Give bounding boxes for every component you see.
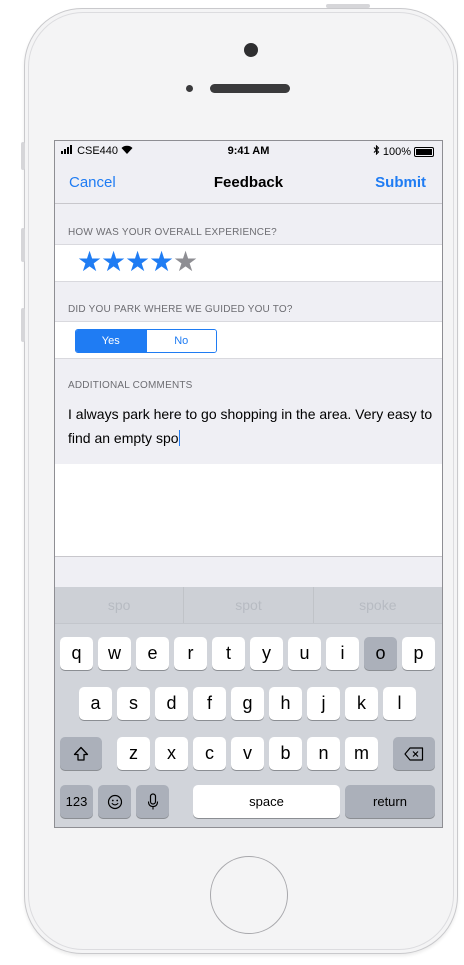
status-right: 100% <box>373 144 434 158</box>
microphone-icon <box>147 791 159 811</box>
prediction-2[interactable]: spot <box>184 587 314 623</box>
keyboard-row-2: a s d f g h j k l <box>55 687 442 720</box>
volume-up-button <box>21 228 25 262</box>
parking-section-header: DID YOU PARK WHERE WE GUIDED YOU TO? <box>55 282 442 321</box>
key-r[interactable]: r <box>174 637 207 670</box>
key-t[interactable]: t <box>212 637 245 670</box>
parking-cell: Yes No <box>55 321 442 359</box>
star-icon[interactable]: ★ <box>173 247 198 277</box>
shift-icon <box>73 743 89 763</box>
star-icon[interactable]: ★ <box>125 247 150 277</box>
return-key[interactable]: return <box>345 785 435 818</box>
screen: CSE440 9:41 AM 100% Cancel Feedback Subm… <box>54 140 443 828</box>
key-b[interactable]: b <box>269 737 302 770</box>
comments-field[interactable]: I always park here to go shopping in the… <box>55 397 442 457</box>
status-bar: CSE440 9:41 AM 100% <box>55 141 442 163</box>
home-button[interactable] <box>210 856 288 934</box>
key-h[interactable]: h <box>269 687 302 720</box>
star-rating[interactable]: ★ ★ ★ ★ ★ <box>55 244 442 282</box>
experience-section-header: HOW WAS YOUR OVERALL EXPERIENCE? <box>55 204 442 244</box>
space-key[interactable]: space <box>193 785 340 818</box>
key-m[interactable]: m <box>345 737 378 770</box>
predictive-bar: spo spot spoke <box>55 587 442 624</box>
emoji-key[interactable] <box>98 785 131 818</box>
front-camera <box>244 43 258 57</box>
key-j[interactable]: j <box>307 687 340 720</box>
parking-segmented-control[interactable]: Yes No <box>75 329 217 353</box>
key-x[interactable]: x <box>155 737 188 770</box>
emoji-icon <box>107 791 123 811</box>
key-u[interactable]: u <box>288 637 321 670</box>
comments-blank-area[interactable] <box>55 464 442 557</box>
prediction-3[interactable]: spoke <box>314 587 442 623</box>
volume-down-button <box>21 308 25 342</box>
parking-header-label: DID YOU PARK WHERE WE GUIDED YOU TO? <box>68 304 293 315</box>
proximity-sensor <box>186 85 193 92</box>
delete-key[interactable] <box>393 737 435 770</box>
battery-icon <box>414 146 434 157</box>
comments-header-label: ADDITIONAL COMMENTS <box>68 380 193 391</box>
navigation-bar: Cancel Feedback Submit <box>55 163 442 204</box>
segment-yes[interactable]: Yes <box>76 330 146 352</box>
experience-header-label: HOW WAS YOUR OVERALL EXPERIENCE? <box>68 227 277 238</box>
key-n[interactable]: n <box>307 737 340 770</box>
key-a[interactable]: a <box>79 687 112 720</box>
star-icon[interactable]: ★ <box>101 247 126 277</box>
comments-text: I always park here to go shopping in the… <box>68 406 433 446</box>
comments-section-header: ADDITIONAL COMMENTS <box>55 359 442 397</box>
keyboard-row-1: q w e r t y u i o p <box>55 637 442 670</box>
key-q[interactable]: q <box>60 637 93 670</box>
bluetooth-icon <box>373 144 380 158</box>
key-y[interactable]: y <box>250 637 283 670</box>
submit-button[interactable]: Submit <box>375 174 426 191</box>
power-button <box>326 4 370 8</box>
key-l[interactable]: l <box>383 687 416 720</box>
backspace-icon <box>404 743 424 763</box>
dictation-key[interactable] <box>136 785 169 818</box>
key-i[interactable]: i <box>326 637 359 670</box>
keyboard-row-4: 123 space return <box>55 785 442 818</box>
numbers-key[interactable]: 123 <box>60 785 93 818</box>
key-v[interactable]: v <box>231 737 264 770</box>
key-o[interactable]: o <box>364 637 397 670</box>
prediction-1[interactable]: spo <box>55 587 185 623</box>
key-g[interactable]: g <box>231 687 264 720</box>
key-f[interactable]: f <box>193 687 226 720</box>
key-d[interactable]: d <box>155 687 188 720</box>
segment-no[interactable]: No <box>145 330 216 352</box>
keyboard-row-3: z x c v b n m <box>55 737 442 770</box>
key-w[interactable]: w <box>98 637 131 670</box>
text-cursor <box>178 430 181 446</box>
battery-percent: 100% <box>382 145 411 158</box>
star-icon[interactable]: ★ <box>77 247 102 277</box>
key-k[interactable]: k <box>345 687 378 720</box>
key-e[interactable]: e <box>136 637 169 670</box>
keyboard: spo spot spoke q w e r t y u i o p a s d… <box>55 587 442 827</box>
earpiece-speaker <box>210 84 290 93</box>
star-icon[interactable]: ★ <box>149 247 174 277</box>
shift-key[interactable] <box>60 737 102 770</box>
key-s[interactable]: s <box>117 687 150 720</box>
key-z[interactable]: z <box>117 737 150 770</box>
key-p[interactable]: p <box>402 637 435 670</box>
mute-switch <box>21 142 25 170</box>
key-c[interactable]: c <box>193 737 226 770</box>
comments-text-wrapper: I always park here to go shopping in the… <box>68 402 433 450</box>
